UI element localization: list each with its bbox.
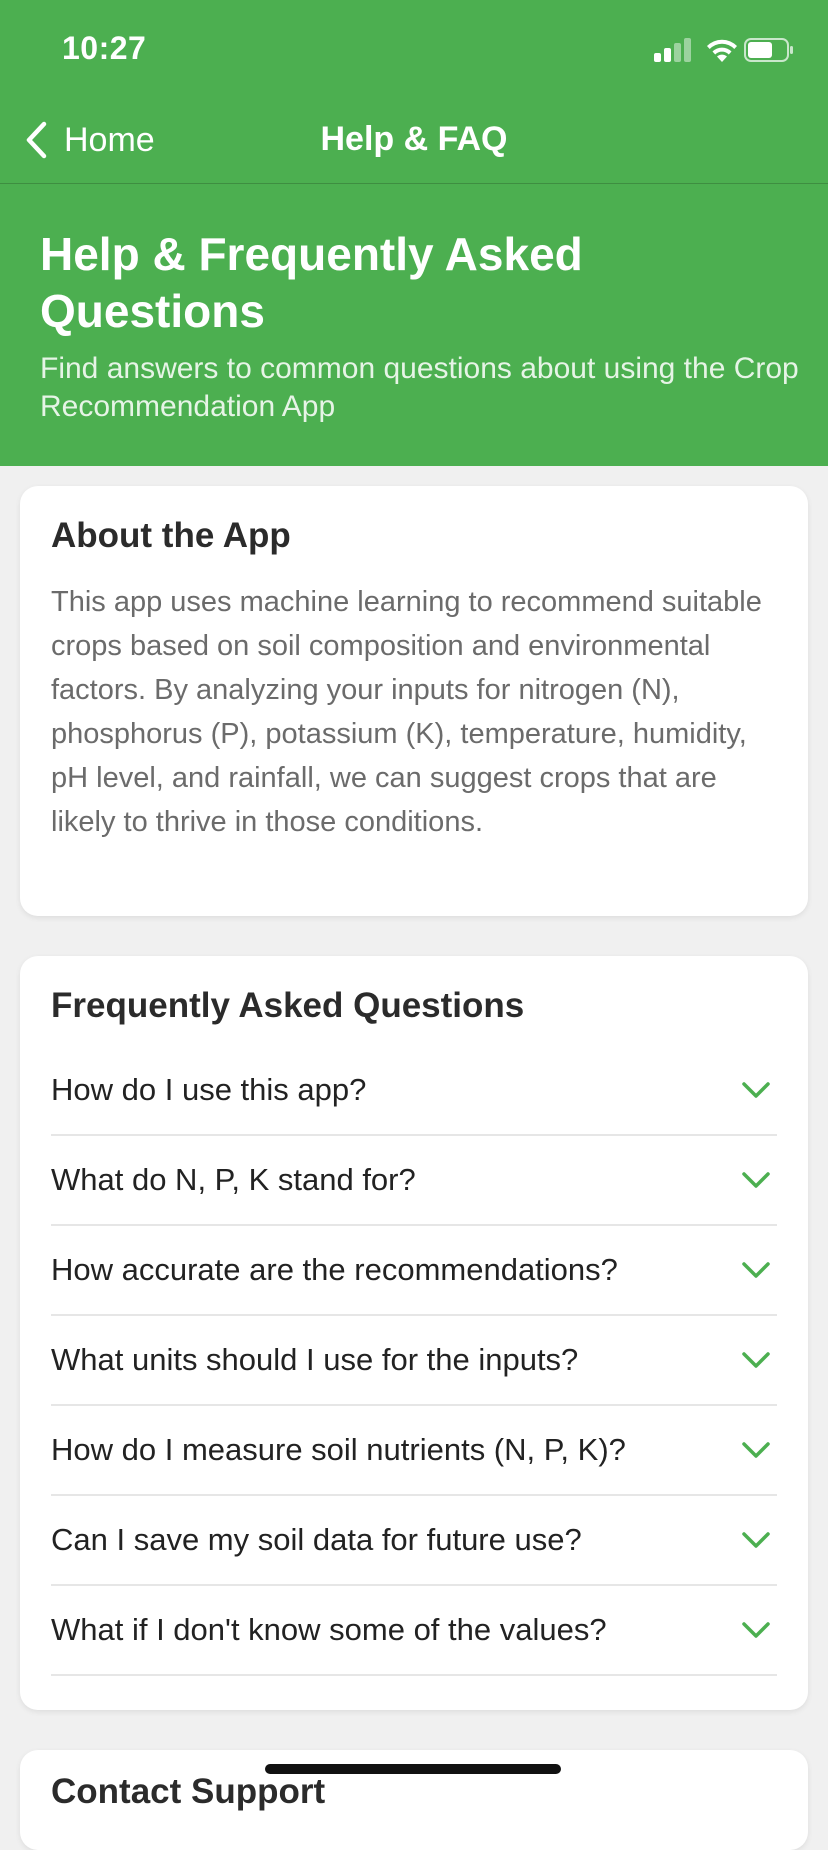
- page-title: Help & Frequently Asked Questions: [40, 228, 583, 337]
- about-text: This app uses machine learning to recomm…: [51, 586, 762, 838]
- faq-item-measure-nutrients[interactable]: How do I measure soil nutrients (N, P, K…: [51, 1406, 777, 1496]
- cellular-signal-icon: [654, 38, 694, 62]
- faq-question: How do I measure soil nutrients (N, P, K…: [51, 1432, 626, 1467]
- faq-question: What do N, P, K stand for?: [51, 1162, 416, 1197]
- chevron-down-icon: [742, 1262, 770, 1278]
- faq-question: How accurate are the recommendations?: [51, 1252, 618, 1287]
- faq-item-npk-meaning[interactable]: What do N, P, K stand for?: [51, 1136, 777, 1226]
- status-time: 10:27: [62, 30, 147, 66]
- faq-question: Can I save my soil data for future use?: [51, 1522, 582, 1557]
- navigation-bar: Home Help & FAQ: [0, 100, 828, 184]
- home-indicator: [265, 1764, 561, 1774]
- chevron-down-icon: [742, 1532, 770, 1548]
- app-header: 10:27 Home Help & FAQ: [0, 0, 828, 184]
- status-bar: 10:27: [0, 0, 828, 100]
- contact-title: Contact Support: [51, 1772, 326, 1811]
- battery-icon: [744, 38, 793, 62]
- faq-item-unknown-values[interactable]: What if I don't know some of the values?: [51, 1586, 777, 1676]
- faq-question: What if I don't know some of the values?: [51, 1612, 607, 1647]
- chevron-down-icon: [742, 1082, 770, 1098]
- faq-item-units[interactable]: What units should I use for the inputs?: [51, 1316, 777, 1406]
- chevron-down-icon: [742, 1352, 770, 1368]
- faq-item-how-to-use[interactable]: How do I use this app?: [51, 1046, 777, 1136]
- chevron-down-icon: [742, 1172, 770, 1188]
- page-subtitle: Find answers to common questions about u…: [40, 352, 799, 423]
- chevron-down-icon: [742, 1622, 770, 1638]
- faq-question: How do I use this app?: [51, 1072, 367, 1107]
- wifi-icon: [707, 39, 737, 62]
- faq-item-accuracy[interactable]: How accurate are the recommendations?: [51, 1226, 777, 1316]
- faq-list: How do I use this app? What do N, P, K s…: [51, 1046, 777, 1676]
- about-title: About the App: [51, 516, 291, 555]
- faq-card: Frequently Asked Questions How do I use …: [20, 956, 808, 1710]
- faq-title: Frequently Asked Questions: [51, 986, 525, 1025]
- about-card: About the App This app uses machine lear…: [20, 486, 808, 916]
- nav-title: Help & FAQ: [320, 120, 508, 158]
- faq-question: What units should I use for the inputs?: [51, 1342, 579, 1377]
- chevron-down-icon: [742, 1442, 770, 1458]
- faq-item-save-data[interactable]: Can I save my soil data for future use?: [51, 1496, 777, 1586]
- hero-banner: Help & Frequently Asked Questions Find a…: [0, 184, 828, 466]
